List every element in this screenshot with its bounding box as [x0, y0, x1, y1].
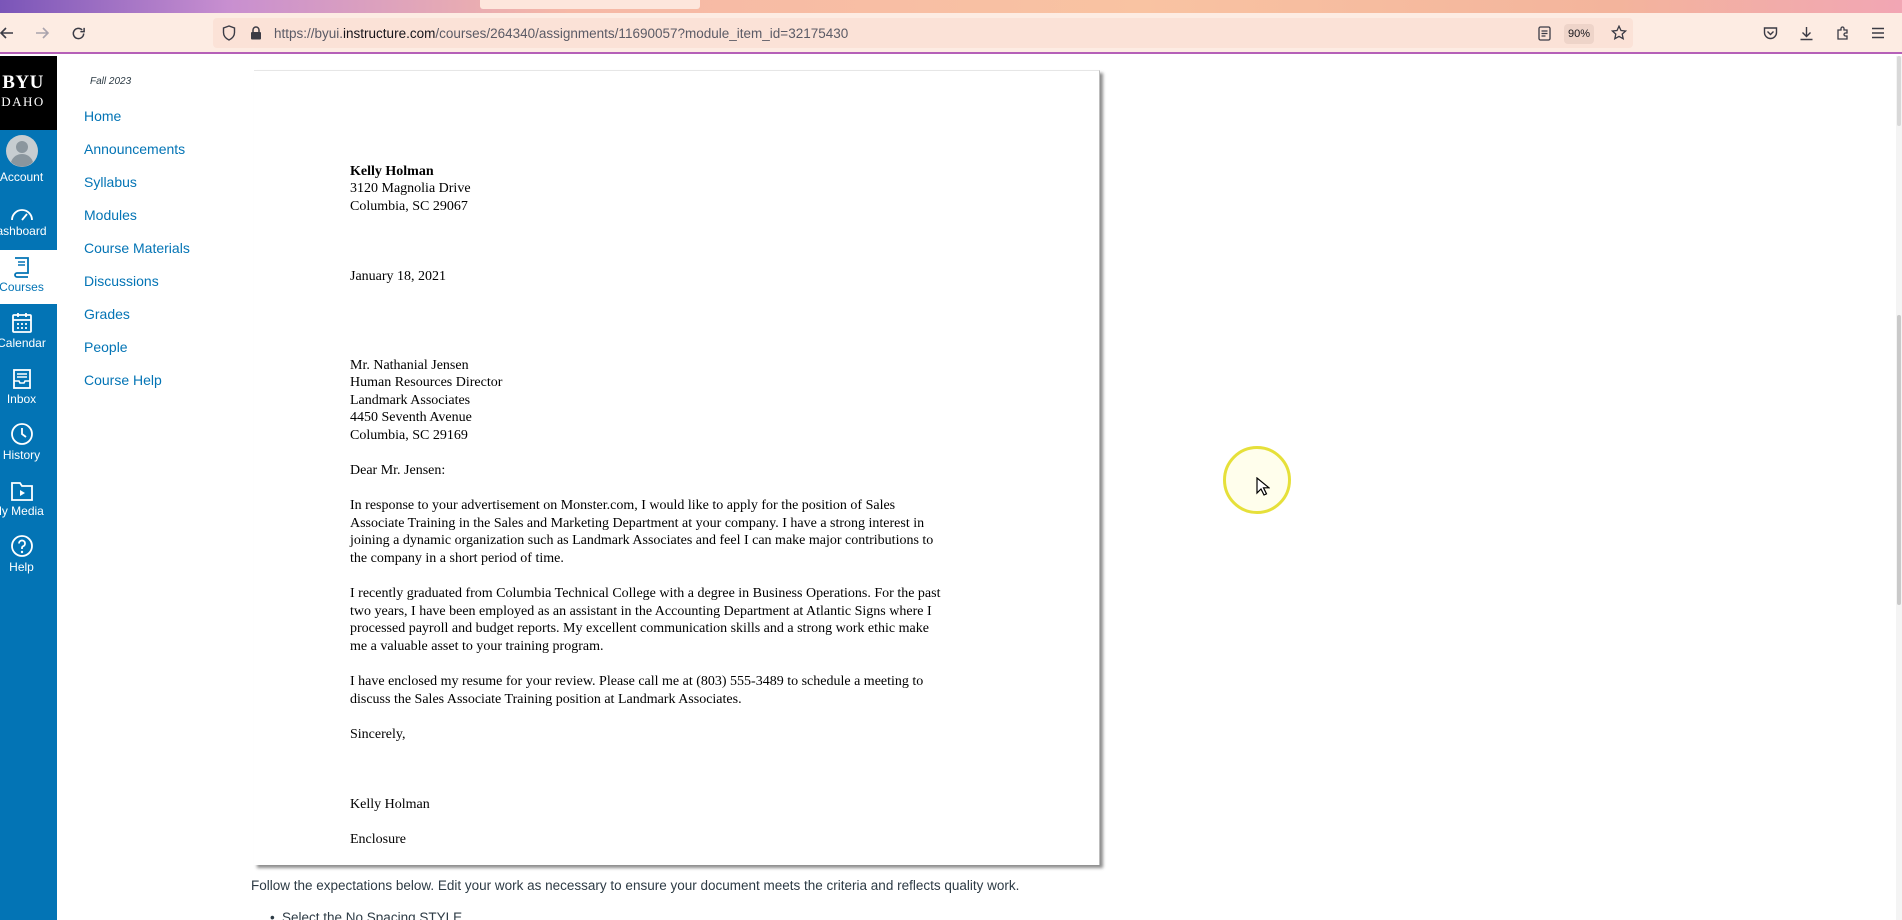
gnav-calendar[interactable]: Calendar	[0, 306, 57, 350]
gnav-inbox-label: Inbox	[6, 392, 37, 406]
url-prefix: https://byui.	[274, 26, 344, 41]
letter-body-line: Associate Training in the Sales and Mark…	[350, 516, 925, 531]
my-media-icon	[0, 474, 57, 502]
letter-recipient-line: Columbia, SC 29169	[350, 428, 468, 443]
course-nav-announcements[interactable]: Announcements	[84, 140, 190, 173]
letter-body-line: two years, I have been employed as an as…	[350, 604, 932, 619]
gnav-inbox[interactable]: Inbox	[0, 362, 57, 406]
course-nav-home[interactable]: Home	[84, 107, 190, 140]
logo-idaho-text: DAHO	[1, 94, 45, 109]
reload-icon[interactable]	[68, 20, 88, 46]
letter-body-line: joining a dynamic organization such as L…	[350, 533, 934, 548]
url-domain: instructure.com	[343, 26, 436, 41]
global-navigation: BYU DAHO Account ashboard Courses Calend…	[0, 56, 57, 920]
account-avatar-icon	[0, 134, 57, 168]
gnav-courses[interactable]: Courses	[0, 250, 57, 304]
letter-salutation: Dear Mr. Jensen:	[350, 463, 446, 478]
tracking-protection-shield-icon[interactable]	[219, 20, 239, 46]
course-nav-syllabus[interactable]: Syllabus	[84, 173, 190, 206]
courses-icon	[0, 250, 57, 278]
letter-sender-street: 3120 Magnolia Drive	[350, 181, 471, 196]
letter-body-line: I recently graduated from Columbia Techn…	[350, 586, 941, 601]
course-navigation: Home Announcements Syllabus Modules Cour…	[84, 107, 190, 404]
letter-sender-name: Kelly Holman	[350, 164, 434, 179]
back-arrow-icon[interactable]	[0, 20, 14, 46]
gnav-courses-label: Courses	[0, 280, 44, 294]
letter-recipient-line: Mr. Nathanial Jensen	[350, 358, 469, 373]
instructions-text: Follow the expectations below. Edit your…	[251, 878, 1020, 893]
letter-date: January 18, 2021	[350, 269, 447, 284]
active-tab[interactable]	[480, 0, 700, 9]
byu-idaho-logo[interactable]: BYU DAHO	[0, 56, 57, 130]
downloads-icon[interactable]	[1795, 20, 1817, 46]
course-nav-grades[interactable]: Grades	[84, 305, 190, 338]
gnav-my-media-label: ly Media	[0, 504, 44, 518]
gnav-help-label: Help	[9, 560, 34, 574]
logo-byu-text: BYU	[2, 72, 44, 93]
mouse-cursor-icon	[1256, 476, 1271, 502]
letter-signature: Kelly Holman	[350, 797, 430, 812]
inbox-icon	[0, 362, 57, 390]
letter-recipient-line: Human Resources Director	[350, 375, 503, 390]
letter-recipient-line: 4450 Seventh Avenue	[350, 410, 472, 425]
forward-arrow-icon[interactable]	[32, 20, 52, 46]
course-nav-course-materials[interactable]: Course Materials	[84, 239, 190, 272]
gnav-calendar-label: Calendar	[0, 336, 46, 350]
letter-body-line: me a valuable asset to your training pro…	[350, 639, 604, 654]
letter-enclosure: Enclosure	[350, 832, 406, 847]
help-icon	[0, 530, 57, 558]
url-path: /courses/264340/assignments/11690057?mod…	[435, 26, 849, 41]
url-text[interactable]: https://byui.instructure.com/courses/264…	[274, 13, 848, 54]
history-icon	[0, 418, 57, 446]
letter-closing: Sincerely,	[350, 727, 406, 742]
bookmark-star-icon[interactable]	[1608, 20, 1630, 46]
course-nav-modules[interactable]: Modules	[84, 206, 190, 239]
course-term: Fall 2023	[90, 76, 132, 87]
gnav-history[interactable]: History	[0, 418, 57, 462]
letter-body-line: I have enclosed my resume for your revie…	[350, 674, 924, 689]
scrollbar-thumb[interactable]	[1897, 315, 1901, 605]
letter-body-line: the company in a short period of time.	[350, 551, 564, 566]
calendar-icon	[0, 306, 57, 334]
course-nav-discussions[interactable]: Discussions	[84, 272, 190, 305]
gnav-account-label: Account	[0, 170, 44, 184]
letter-recipient-line: Landmark Associates	[350, 393, 471, 408]
app-menu-icon[interactable]	[1867, 20, 1889, 46]
gnav-history-label: History	[2, 448, 41, 462]
tab-strip	[0, 0, 1902, 13]
dashboard-icon	[0, 194, 57, 222]
gnav-dashboard-label: ashboard	[0, 224, 47, 238]
zoom-level-badge[interactable]: 90%	[1564, 24, 1594, 44]
gnav-help[interactable]: Help	[0, 530, 57, 574]
expectation-list-item: Select the No Spacing STYLE	[270, 910, 462, 920]
lock-icon[interactable]	[246, 20, 266, 46]
letter-body-line: discuss the Sales Associate Training pos…	[350, 692, 742, 707]
extensions-icon[interactable]	[1831, 20, 1853, 46]
scrollbar-upper-segment	[1897, 56, 1901, 126]
course-nav-people[interactable]: People	[84, 338, 190, 371]
reader-view-icon[interactable]	[1534, 20, 1554, 46]
gnav-my-media[interactable]: ly Media	[0, 474, 57, 518]
letter-sender-city: Columbia, SC 29067	[350, 199, 468, 214]
letter-body-line: processed payroll and budget reports. My…	[350, 621, 929, 636]
course-nav-course-help[interactable]: Course Help	[84, 371, 190, 404]
gnav-account[interactable]: Account	[0, 134, 57, 184]
gnav-dashboard[interactable]: ashboard	[0, 194, 57, 238]
pocket-icon[interactable]	[1759, 20, 1781, 46]
letter-body-line: In response to your advertisement on Mon…	[350, 498, 896, 513]
